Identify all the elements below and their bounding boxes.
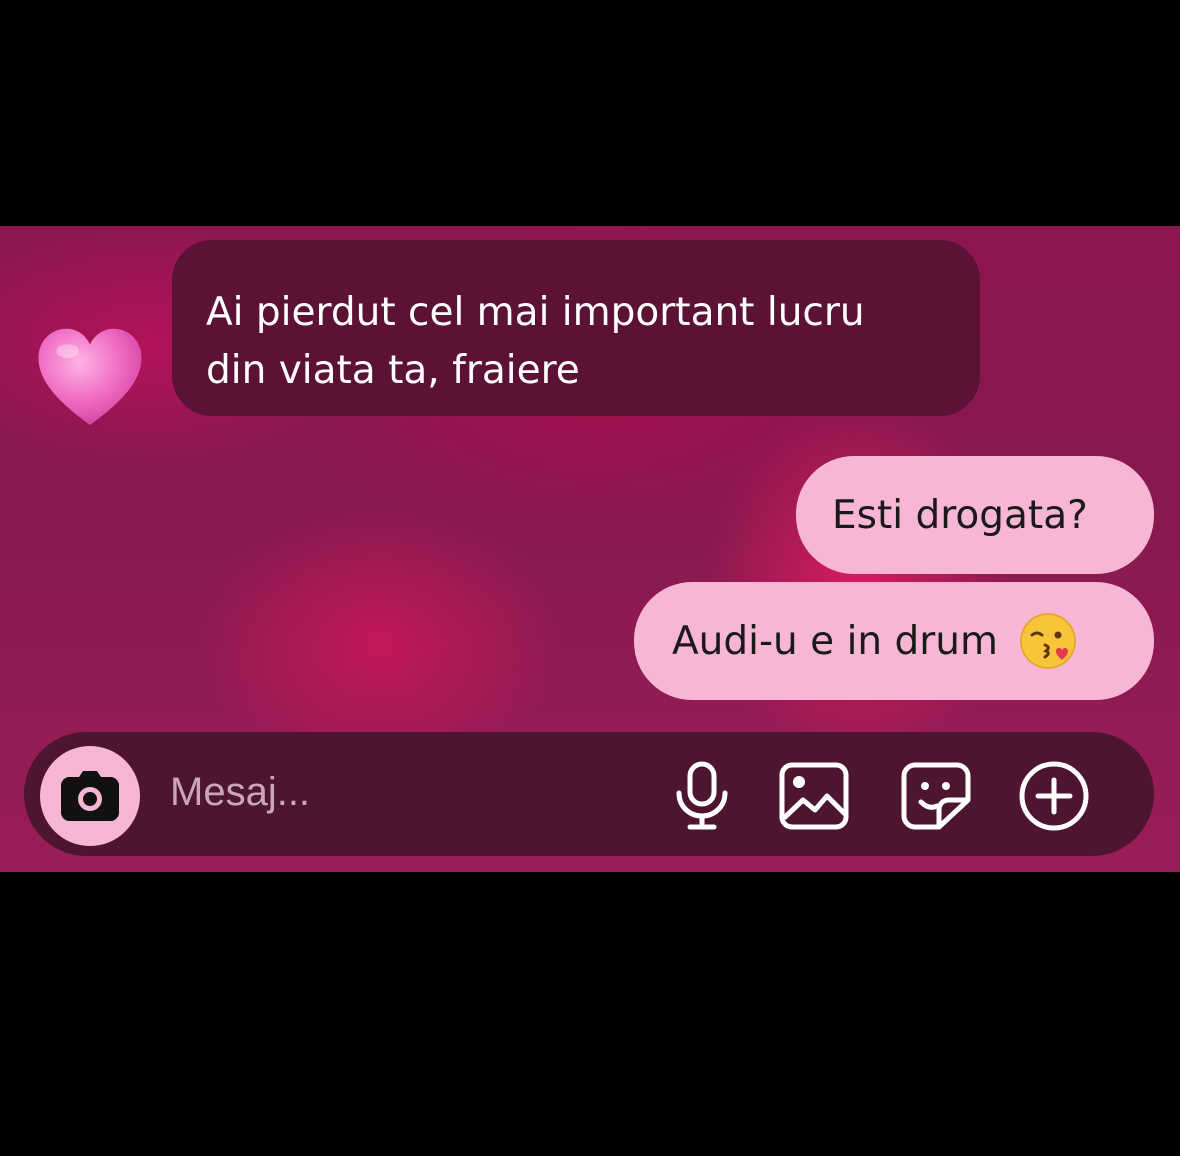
microphone-button[interactable]: [666, 760, 738, 832]
outgoing-message-bubble[interactable]: Esti drogata?: [796, 456, 1154, 574]
outgoing-message-text: Audi-u e in drum: [672, 618, 999, 664]
incoming-message-line-1: Ai pierdut cel mai important lucru: [206, 290, 865, 335]
sticker-icon: [901, 762, 971, 830]
gallery-button[interactable]: [778, 760, 850, 832]
gallery-icon: [779, 762, 849, 830]
message-input[interactable]: Mesaj...: [170, 770, 310, 815]
camera-button[interactable]: [40, 746, 140, 846]
add-button[interactable]: [1018, 760, 1090, 832]
add-icon: [1019, 761, 1089, 831]
incoming-message-line-2: din viata ta, fraiere: [206, 348, 580, 393]
microphone-icon: [676, 761, 728, 830]
outgoing-message-bubble[interactable]: Audi-u e in drum: [634, 582, 1154, 700]
message-composer[interactable]: Mesaj...: [24, 732, 1154, 856]
camera-icon: [61, 771, 119, 821]
kissing-face-emoji: [1020, 613, 1076, 669]
chat-screen: Ai pierdut cel mai important lucru din v…: [0, 226, 1180, 872]
outgoing-message-text: Esti drogata?: [832, 492, 1088, 538]
sticker-button[interactable]: [900, 760, 972, 832]
incoming-message-bubble[interactable]: Ai pierdut cel mai important lucru din v…: [172, 240, 980, 416]
pink-heart-icon: [38, 328, 142, 426]
